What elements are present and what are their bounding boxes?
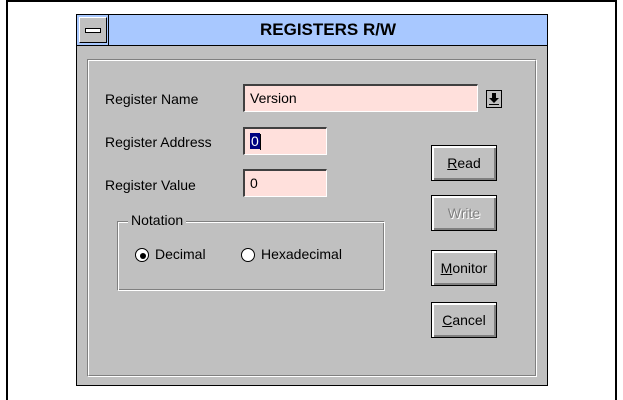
radio-decimal-circle [135, 248, 149, 262]
register-name-value: Version [250, 90, 297, 106]
register-name-combobox[interactable]: Version [243, 84, 478, 112]
register-address-input[interactable]: 0 [243, 127, 327, 155]
window-title: REGISTERS R/W [259, 20, 396, 39]
register-address-label: Register Address [105, 134, 212, 150]
register-value-label: Register Value [105, 177, 196, 193]
radio-decimal[interactable]: Decimal [135, 246, 230, 264]
register-name-label: Register Name [105, 91, 199, 107]
radio-hexadecimal-label: Hexadecimal [261, 246, 342, 262]
register-address-value: 0 [250, 133, 260, 149]
radio-decimal-label: Decimal [155, 246, 206, 262]
register-value-value: 0 [250, 175, 258, 191]
monitor-button[interactable]: Monitor [431, 250, 497, 286]
read-button[interactable]: Read [431, 145, 497, 181]
write-button[interactable]: Write [431, 195, 497, 231]
system-menu-button[interactable] [79, 17, 107, 43]
write-button-label: Write [447, 205, 481, 221]
frame-top-border [6, 0, 617, 2]
radio-hexadecimal[interactable]: Hexadecimal [241, 246, 371, 264]
radio-selected-dot [140, 253, 146, 259]
monitor-button-rest: onitor [452, 260, 488, 276]
dropdown-arrow-icon [489, 93, 499, 105]
register-value-input[interactable]: 0 [243, 169, 327, 197]
read-button-mnemonic: R [447, 155, 458, 171]
title-bar: REGISTERS R/W [77, 15, 547, 46]
monitor-button-mnemonic: M [440, 260, 453, 276]
frame-left-border [6, 0, 8, 400]
cancel-button-rest: ancel [452, 312, 486, 328]
radio-hexadecimal-circle [241, 248, 255, 262]
cancel-button[interactable]: Cancel [431, 302, 497, 338]
cancel-button-mnemonic: C [442, 312, 453, 328]
text-caret [259, 134, 261, 151]
notation-legend: Notation [128, 212, 187, 228]
register-name-dropdown-button[interactable] [486, 90, 502, 108]
frame-right-border [615, 0, 617, 400]
system-menu-icon [85, 28, 101, 33]
read-button-rest: ead [457, 155, 481, 171]
